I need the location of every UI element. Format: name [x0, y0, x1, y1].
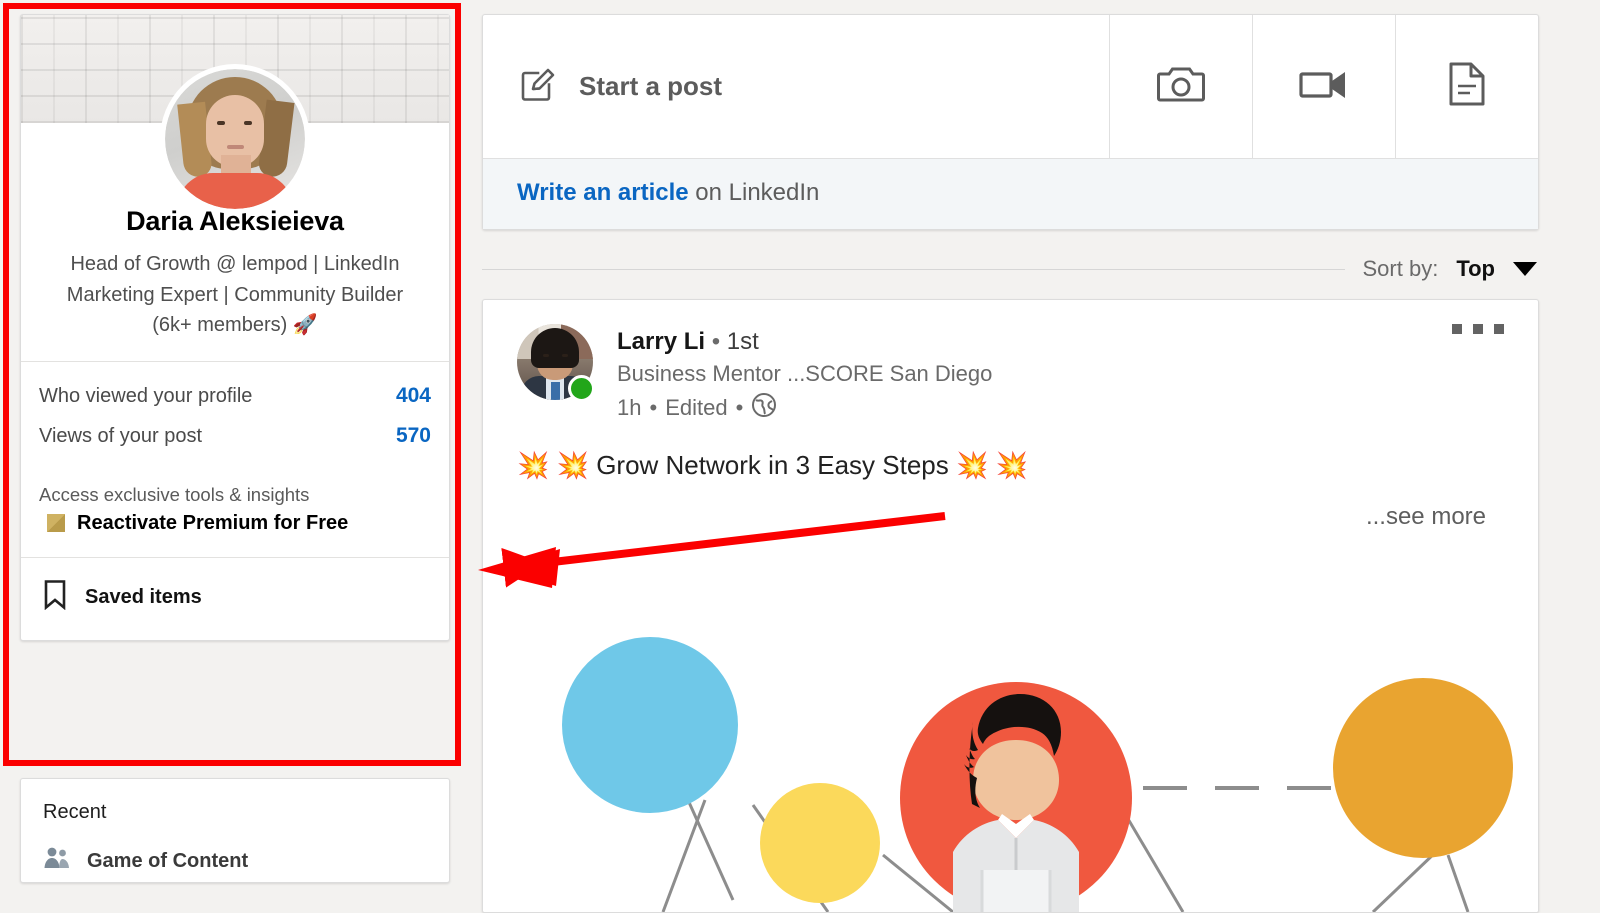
- premium-tagline: Access exclusive tools & insights: [39, 483, 310, 505]
- sort-by-label: Sort by:: [1362, 256, 1439, 281]
- post-author-subtitle: Business Mentor ...SCORE San Diego: [617, 361, 993, 387]
- separator-dot: •: [711, 328, 721, 355]
- sort-bar: Sort by: Top: [482, 256, 1537, 282]
- group-icon: [43, 846, 71, 876]
- online-presence-indicator: [568, 375, 595, 402]
- post-author-line: Larry Li • 1st: [617, 326, 992, 357]
- post-author-name[interactable]: Larry Li: [617, 328, 705, 355]
- premium-cta-label: Reactivate Premium for Free: [77, 511, 349, 534]
- camera-icon: [1157, 63, 1205, 110]
- premium-gold-square-icon: [47, 514, 65, 533]
- stat-value: 570: [395, 423, 431, 447]
- page-title: Daria Aleksieieva: [126, 206, 344, 236]
- divider: [482, 268, 1345, 270]
- stat-label: Who viewed your profile: [39, 384, 253, 407]
- premium-cta[interactable]: Reactivate Premium for Free: [39, 512, 431, 535]
- post-body-text: 💥 💥 Grow Network in 3 Easy Steps 💥 💥: [517, 449, 1028, 480]
- stat-row-profile-views[interactable]: Who viewed your profile 404: [39, 382, 431, 422]
- document-icon: [1447, 62, 1487, 111]
- write-article-row: Write an article on LinkedIn: [483, 158, 1538, 229]
- chevron-down-icon[interactable]: [1513, 262, 1537, 276]
- separator-dot: •: [649, 394, 658, 420]
- write-article-link[interactable]: Write an article: [517, 179, 689, 206]
- stat-value: 404: [395, 383, 431, 407]
- node-orange: [1333, 678, 1513, 858]
- start-post-label: Start a post: [579, 71, 723, 101]
- ellipsis-icon[interactable]: [1452, 324, 1504, 334]
- recent-title: Recent: [43, 801, 107, 823]
- profile-card[interactable]: Daria Aleksieieva Head of Growth @ lempo…: [20, 14, 450, 641]
- avatar[interactable]: [165, 69, 305, 209]
- post-author-degree: 1st: [726, 328, 759, 355]
- sidebar-item-game-of-content[interactable]: Game of Content: [21, 840, 449, 882]
- avatar-photo: [165, 69, 305, 209]
- see-more-link[interactable]: ...see more: [483, 481, 1538, 531]
- node-blue: [562, 637, 738, 813]
- write-article-suffix: on LinkedIn: [688, 179, 820, 206]
- document-button[interactable]: [1395, 15, 1538, 158]
- sidebar-item-saved-items[interactable]: Saved items: [21, 558, 449, 640]
- post-edited-label: Edited: [665, 394, 728, 420]
- recent-card: Recent Game of Content: [20, 778, 450, 883]
- video-camera-icon: [1299, 67, 1349, 106]
- post-author-avatar[interactable]: [517, 324, 595, 402]
- globe-icon: [751, 392, 777, 424]
- start-post-button[interactable]: Start a post: [483, 15, 1109, 158]
- linkedin-feed-page: Daria Aleksieieva Head of Growth @ lempo…: [0, 0, 1600, 913]
- profile-headline: Head of Growth @ lempod | LinkedIn Marke…: [66, 253, 404, 337]
- pencil-square-icon: [519, 65, 557, 108]
- sort-by-value[interactable]: Top: [1456, 256, 1495, 282]
- premium-promo[interactable]: Access exclusive tools & insights Reacti…: [21, 470, 449, 557]
- photo-button[interactable]: [1109, 15, 1252, 158]
- feed-post: Larry Li • 1st Business Mentor ...SCORE …: [482, 299, 1539, 913]
- saved-items-label: Saved items: [85, 586, 202, 609]
- separator-dot: •: [735, 394, 744, 420]
- post-image[interactable]: [483, 600, 1538, 912]
- node-yellow: [760, 783, 880, 903]
- stat-label: Views of your post: [39, 424, 203, 447]
- video-button[interactable]: [1252, 15, 1395, 158]
- post-time: 1h: [617, 394, 642, 420]
- stat-row-post-views[interactable]: Views of your post 570: [39, 422, 431, 462]
- recent-item-label: Game of Content: [87, 849, 249, 872]
- network-illustration: [483, 600, 1538, 912]
- post-timestamp-row: 1h • Edited •: [617, 392, 992, 424]
- post-composer: Start a post Write an article on LinkedI…: [482, 14, 1539, 230]
- profile-stats: Who viewed your profile 404 Views of you…: [21, 362, 449, 470]
- bookmark-icon: [43, 579, 67, 616]
